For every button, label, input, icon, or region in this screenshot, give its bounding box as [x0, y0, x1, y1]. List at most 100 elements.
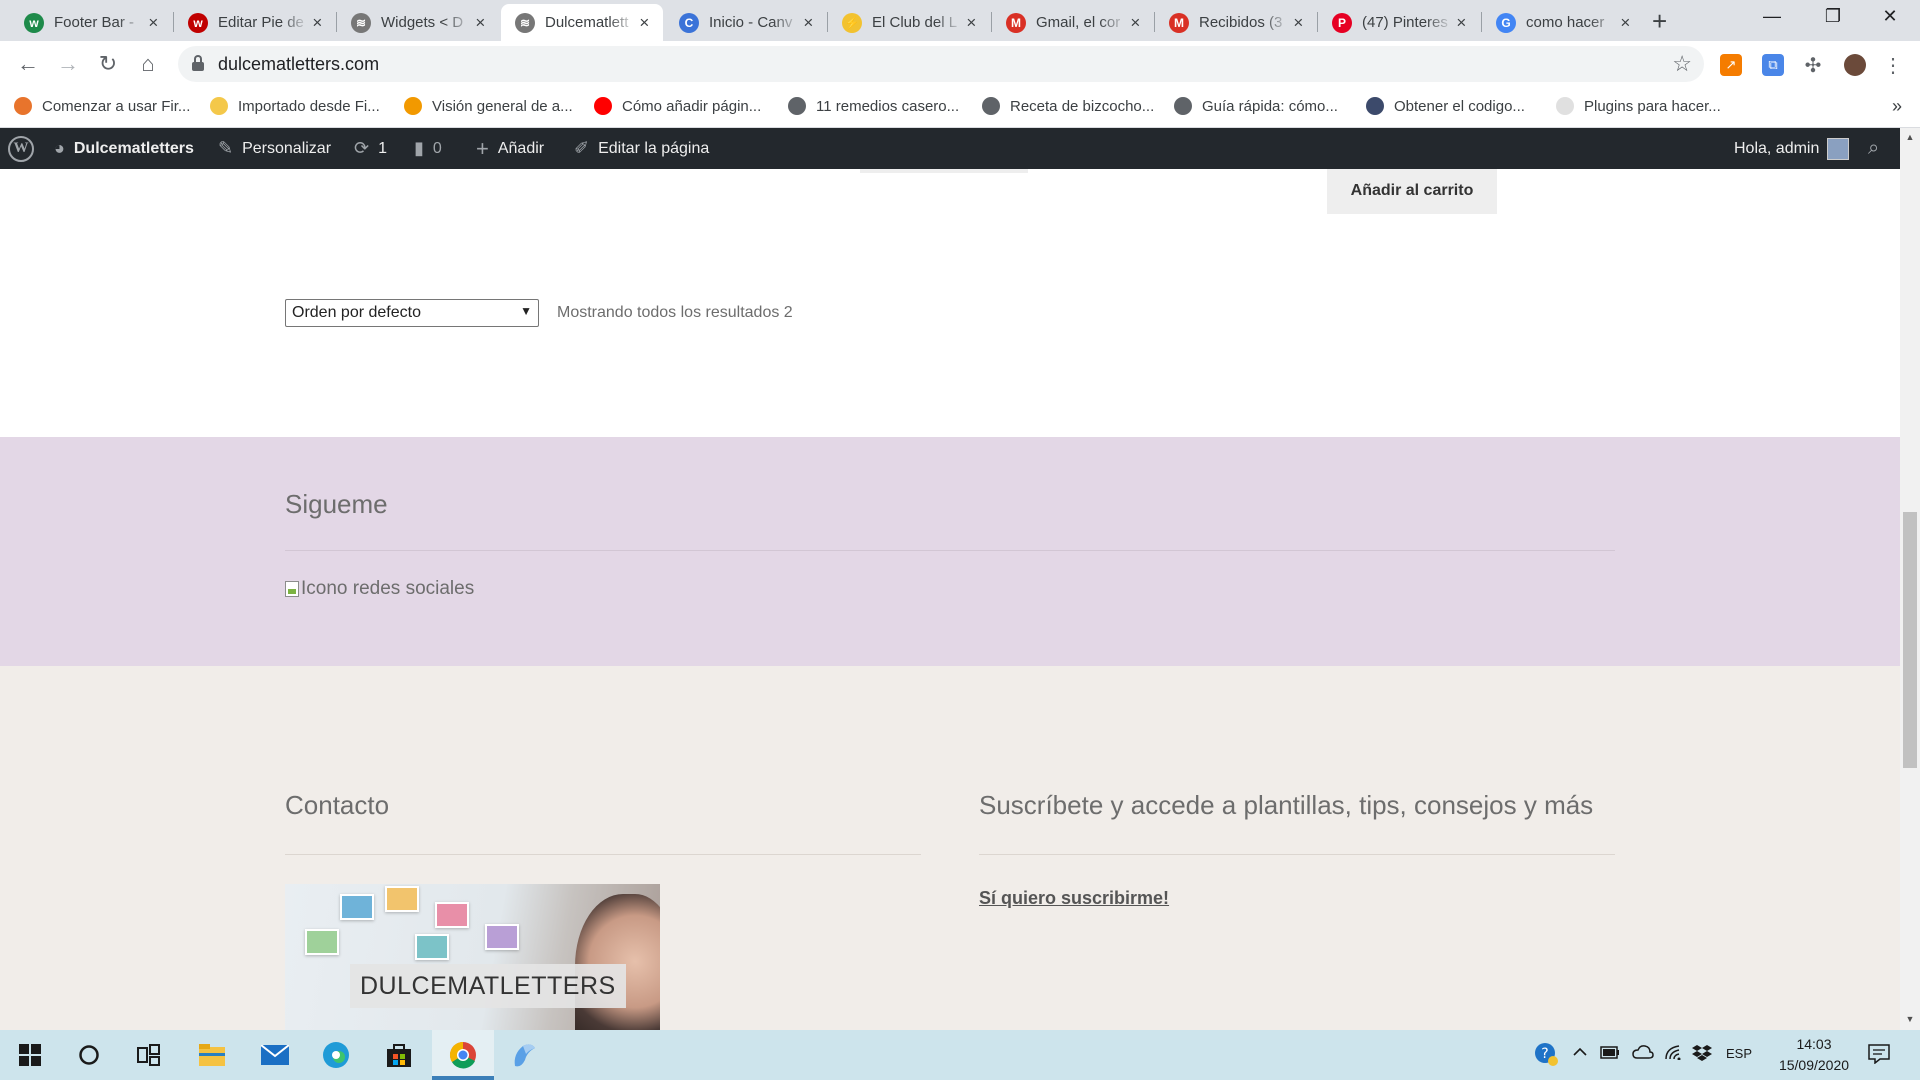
minimize-button[interactable]: —: [1752, 6, 1792, 27]
close-window-button[interactable]: ✕: [1870, 6, 1910, 27]
search-icon[interactable]: [73, 1039, 105, 1071]
tab-close-icon[interactable]: ×: [963, 13, 980, 33]
bookmark-item[interactable]: Comenzar a usar Fir...: [14, 97, 190, 115]
windows-start-icon[interactable]: [14, 1039, 46, 1071]
chrome-menu-icon[interactable]: ⋮: [1882, 54, 1904, 77]
tab-close-icon[interactable]: ×: [1617, 13, 1634, 33]
contact-banner-image[interactable]: DULCEMATLETTERS: [285, 884, 660, 1030]
my-account-menu[interactable]: Hola, admin: [1734, 128, 1850, 169]
scrollbar-thumb[interactable]: [1903, 512, 1917, 768]
previous-product-button-edge: [860, 169, 1028, 173]
bookmark-item[interactable]: 11 remedios casero...: [788, 97, 959, 115]
bookmark-favicon-icon: [1174, 97, 1192, 115]
tab-close-icon[interactable]: ×: [1127, 13, 1144, 33]
chrome-icon[interactable]: [447, 1039, 479, 1071]
analytics-extension-icon[interactable]: ↗: [1720, 54, 1742, 76]
bolt-icon: ⚡: [842, 12, 862, 33]
browser-tab[interactable]: Gcomo hacer ×: [1482, 4, 1644, 41]
bookmark-star-icon[interactable]: ☆: [1672, 51, 1692, 77]
browser-tab[interactable]: ≋ Dulcematlett ×: [501, 4, 663, 41]
tab-title: Footer Bar -: [54, 14, 135, 31]
edge-browser-icon[interactable]: [320, 1039, 352, 1071]
bookmark-item[interactable]: Plugins para hacer...: [1556, 97, 1721, 115]
translate-extension-icon[interactable]: ⧉: [1762, 54, 1784, 76]
forward-icon[interactable]: →: [54, 51, 82, 77]
tab-close-icon[interactable]: ×: [145, 13, 162, 33]
address-bar[interactable]: dulcematletters.com ☆: [178, 46, 1704, 82]
browser-tab[interactable]: P (47) Pinteres ×: [1318, 4, 1480, 41]
onedrive-cloud-icon[interactable]: [1632, 1044, 1654, 1064]
scroll-down-icon[interactable]: ▼: [1900, 1014, 1920, 1024]
reload-icon[interactable]: ↻: [94, 51, 122, 77]
page-scrollbar[interactable]: ▲ ▼: [1900, 128, 1920, 1030]
browser-tab[interactable]: ⚡ El Club del L ×: [828, 4, 990, 41]
tab-close-icon[interactable]: ×: [800, 13, 817, 33]
updates-link[interactable]: ⟳ 1: [354, 128, 387, 169]
clock[interactable]: 14:03 15/09/2020: [1764, 1034, 1864, 1076]
browser-tab[interactable]: w Footer Bar - ×: [10, 4, 172, 41]
home-icon[interactable]: ⌂: [134, 51, 162, 77]
orderby-select[interactable]: Orden por defecto ▼: [285, 299, 539, 327]
site-name-menu[interactable]: ◕ Dulcematletters: [54, 128, 194, 169]
tab-title: Recibidos (3: [1199, 14, 1283, 31]
browser-tab[interactable]: M Recibidos (3 ×: [1155, 4, 1317, 41]
browser-tab[interactable]: w Editar Pie de ×: [174, 4, 336, 41]
canva-icon: C: [679, 12, 699, 33]
bookmark-item[interactable]: Importado desde Fi...: [210, 97, 380, 115]
bookmark-label: Receta de bizcocho...: [1010, 97, 1155, 115]
tab-close-icon[interactable]: ×: [472, 13, 489, 33]
battery-icon[interactable]: [1600, 1044, 1620, 1064]
chevron-up-icon[interactable]: [1572, 1044, 1588, 1064]
browser-tab[interactable]: M Gmail, el cor ×: [992, 4, 1154, 41]
paint-app-icon[interactable]: [508, 1039, 540, 1071]
tab-close-icon[interactable]: ×: [309, 13, 326, 33]
bookmark-favicon-icon: [404, 97, 422, 115]
scroll-up-icon[interactable]: ▲: [1900, 132, 1920, 142]
extensions-puzzle-icon[interactable]: ✣: [1802, 54, 1824, 77]
updates-icon: ⟳: [354, 138, 370, 158]
file-explorer-icon[interactable]: [196, 1039, 228, 1071]
tab-separator: [827, 12, 828, 32]
tab-close-icon[interactable]: ×: [1290, 13, 1307, 33]
back-icon[interactable]: ←: [14, 51, 42, 77]
lock-icon[interactable]: [192, 55, 204, 71]
comments-link[interactable]: ▮ 0: [414, 128, 442, 169]
browser-tab[interactable]: ≋ Widgets < D ×: [337, 4, 499, 41]
bookmarks-overflow-icon[interactable]: »: [1892, 96, 1902, 117]
help-alert-icon[interactable]: ?: [1534, 1042, 1558, 1070]
bookmark-item[interactable]: Obtener el codigo...: [1366, 97, 1525, 115]
profile-avatar-icon[interactable]: [1844, 54, 1866, 76]
social-icons-image[interactable]: Icono redes sociales: [285, 578, 474, 600]
tab-close-icon[interactable]: ×: [636, 13, 653, 33]
mail-icon[interactable]: [259, 1039, 291, 1071]
edit-page-link[interactable]: ✐ Editar la página: [574, 128, 709, 169]
notifications-icon[interactable]: [1868, 1044, 1890, 1068]
bookmark-item[interactable]: Visión general de a...: [404, 97, 573, 115]
site-icon: ≋: [351, 12, 371, 33]
wp-logo-menu[interactable]: W: [8, 128, 34, 169]
bookmark-item[interactable]: Receta de bizcocho...: [982, 97, 1154, 115]
language-indicator[interactable]: ESP: [1726, 1046, 1752, 1061]
bookmark-item[interactable]: Cómo añadir págin...: [594, 97, 761, 115]
subscribe-link[interactable]: Sí quiero suscribirme!: [979, 888, 1169, 909]
new-tab-button[interactable]: +: [1652, 8, 1667, 34]
add-to-cart-button[interactable]: Añadir al carrito: [1327, 169, 1497, 214]
dashboard-icon: ◕: [54, 138, 65, 158]
url-text[interactable]: dulcematletters.com: [218, 54, 379, 75]
tab-close-icon[interactable]: ×: [1453, 13, 1470, 33]
browser-tab[interactable]: C Inicio - Canv ×: [665, 4, 827, 41]
site-icon: ≋: [515, 12, 535, 33]
task-view-icon[interactable]: [133, 1039, 165, 1071]
restore-button[interactable]: ❐: [1813, 6, 1853, 27]
dropbox-icon[interactable]: [1692, 1044, 1712, 1066]
bookmark-favicon-icon: [1366, 97, 1384, 115]
bookmark-label: Guía rápida: cómo...: [1202, 97, 1338, 115]
add-new-menu[interactable]: + Añadir: [476, 128, 544, 169]
store-icon[interactable]: [383, 1039, 415, 1071]
admin-search-icon[interactable]: ⌕: [1868, 128, 1879, 169]
wifi-icon[interactable]: [1664, 1044, 1684, 1064]
template-card: [340, 894, 374, 920]
customize-link[interactable]: ✎ Personalizar: [218, 128, 331, 169]
bookmark-item[interactable]: Guía rápida: cómo...: [1174, 97, 1338, 115]
broken-image-icon: [285, 581, 299, 597]
